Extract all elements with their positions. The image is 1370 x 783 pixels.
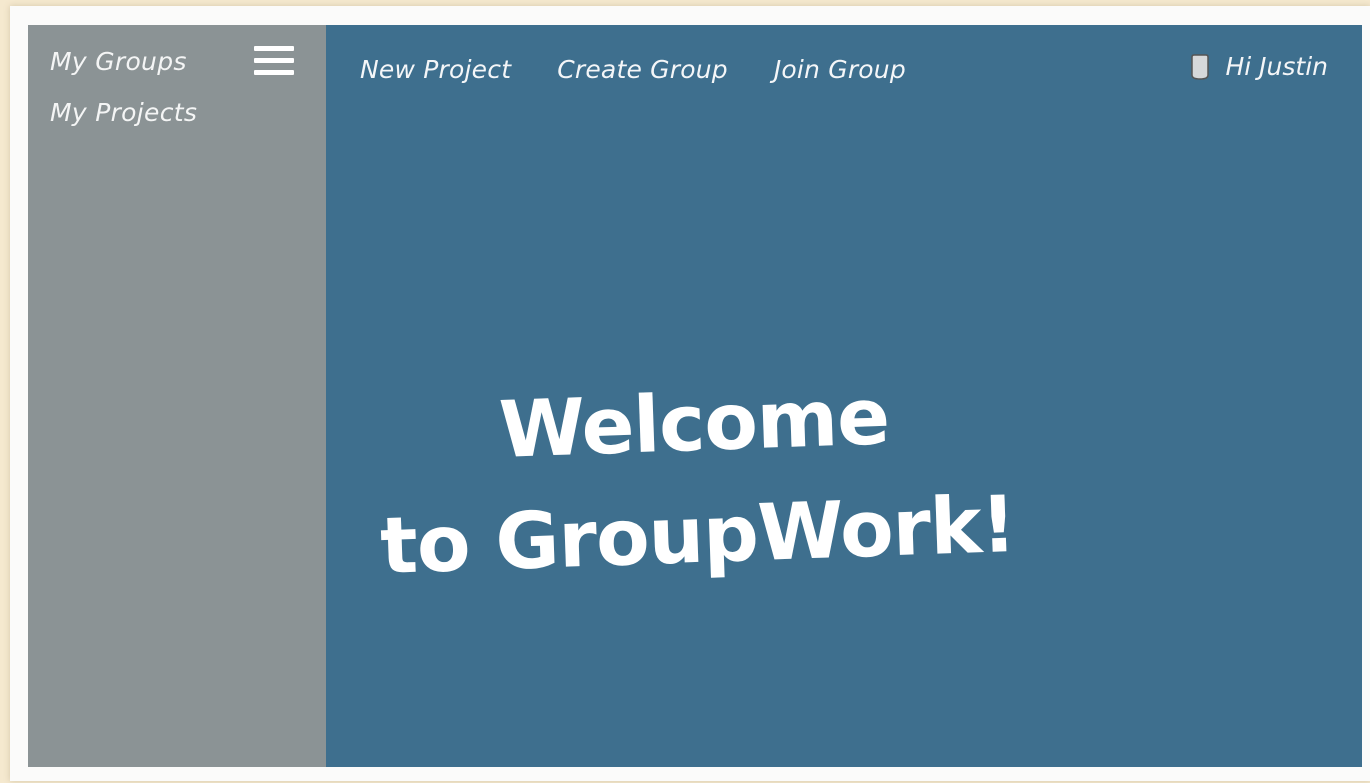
welcome-heading: Welcome to GroupWork!: [322, 355, 1069, 605]
user-menu[interactable]: Hi Justin: [1189, 52, 1328, 81]
sidebar: My Groups My Projects: [28, 25, 326, 767]
app-window: My Groups My Projects New Project Create…: [28, 25, 1362, 767]
nav-new-project[interactable]: New Project: [360, 55, 511, 84]
nav-join-group[interactable]: Join Group: [774, 55, 906, 84]
top-nav: New Project Create Group Join Group: [360, 55, 906, 84]
user-avatar-icon: [1191, 53, 1210, 80]
main-content: New Project Create Group Join Group Hi J…: [326, 25, 1362, 767]
sidebar-item-my-groups[interactable]: My Groups: [50, 47, 187, 76]
sidebar-item-my-projects[interactable]: My Projects: [50, 98, 197, 127]
nav-create-group[interactable]: Create Group: [557, 55, 728, 84]
user-greeting: Hi Justin: [1225, 52, 1328, 81]
hamburger-menu-icon[interactable]: [254, 46, 294, 77]
